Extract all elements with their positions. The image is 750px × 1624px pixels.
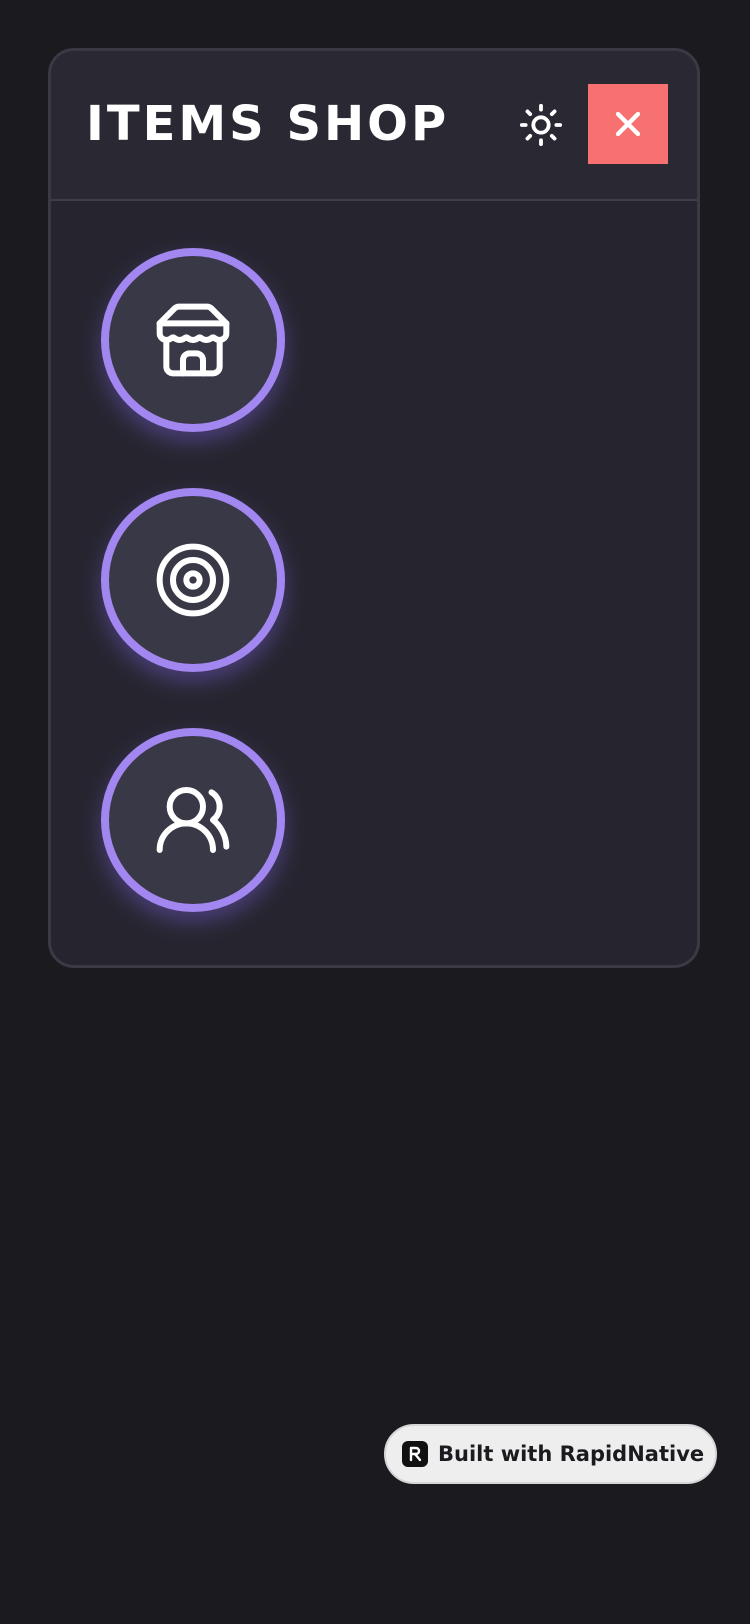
close-button[interactable] (588, 84, 668, 164)
items-shop-panel: ITEMS SHOP (48, 48, 700, 968)
theme-toggle-button[interactable] (515, 99, 567, 151)
badge-label: Built with RapidNative (438, 1442, 705, 1466)
target-icon (156, 543, 230, 617)
page-title: ITEMS SHOP (86, 96, 450, 152)
users-button[interactable] (101, 728, 285, 912)
rapidnative-logo-icon (402, 1441, 428, 1467)
shop-button[interactable] (101, 248, 285, 432)
sun-icon (519, 103, 563, 147)
panel-header: ITEMS SHOP (51, 51, 697, 201)
users-icon (156, 787, 230, 853)
built-with-badge[interactable]: Built with RapidNative (384, 1424, 717, 1484)
target-button[interactable] (101, 488, 285, 672)
store-icon (156, 303, 230, 377)
close-icon (615, 111, 641, 137)
